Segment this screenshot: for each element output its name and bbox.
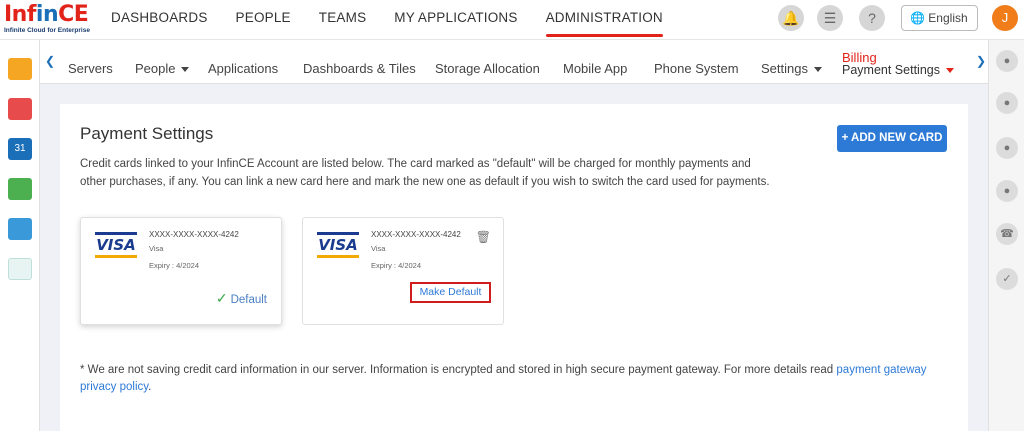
mail-app-icon[interactable] <box>8 98 32 120</box>
card-expiry: Expiry : 4/2024 <box>371 261 422 270</box>
tasks-app-icon[interactable] <box>8 178 32 200</box>
user-settings-icon[interactable]: ● <box>996 137 1018 159</box>
notes-icon[interactable]: ☰ <box>817 5 843 31</box>
language-label: English <box>928 11 968 25</box>
main-nav: DASHBOARDS PEOPLE TEAMS MY APPLICATIONS … <box>111 0 691 40</box>
subnav-applications[interactable]: Applications <box>208 61 278 76</box>
nav-my-applications[interactable]: MY APPLICATIONS <box>394 0 517 40</box>
card-brand: Visa <box>371 244 386 253</box>
chat-icon[interactable]: ● <box>996 50 1018 72</box>
calendar-app-icon[interactable]: 31 <box>8 138 32 160</box>
billing-sub-label: Payment Settings <box>842 63 940 77</box>
subnav-phone-system[interactable]: Phone System <box>654 61 739 76</box>
credit-card-default: VISA XXXX-XXXX-XXXX-4242 Visa Expiry : 4… <box>80 217 282 325</box>
subnav-storage-allocation[interactable]: Storage Allocation <box>435 61 540 76</box>
folder-app-icon[interactable] <box>8 58 32 80</box>
user-avatar[interactable]: J <box>992 5 1018 31</box>
bell-icon[interactable]: 🔔 <box>778 5 804 31</box>
chevron-down-icon <box>181 67 190 73</box>
subnav-servers[interactable]: Servers <box>68 61 113 76</box>
footnote-text: * We are not saving credit card informat… <box>80 364 837 376</box>
page-title: Payment Settings <box>80 124 214 143</box>
make-default-button[interactable]: Make Default <box>410 282 491 303</box>
infince-logo[interactable]: InfinCE Infinite Cloud for Enterprise <box>4 4 90 36</box>
upsell-app-icon[interactable] <box>8 258 32 280</box>
trash-icon[interactable]: 🗑 <box>476 230 491 244</box>
right-tools-rail: ● ● ● ● ☎ ✓ <box>988 40 1024 431</box>
nav-administration[interactable]: ADMINISTRATION <box>545 0 664 40</box>
nav-teams[interactable]: TEAMS <box>319 0 367 40</box>
page-description: Credit cards linked to your InfinCE Acco… <box>80 158 770 188</box>
visa-logo: VISA <box>95 232 137 258</box>
add-new-card-button[interactable]: + ADD NEW CARD <box>837 125 947 152</box>
logo-wordmark: InfinCE <box>4 2 89 27</box>
help-icon[interactable]: ? <box>859 5 885 31</box>
subnav-people[interactable]: People <box>135 61 190 76</box>
group-icon[interactable]: ● <box>996 180 1018 202</box>
globe-icon: 🌐 <box>910 11 925 25</box>
credit-card: VISA XXXX-XXXX-XXXX-4242 Visa Expiry : 4… <box>302 217 504 325</box>
subnav-people-label: People <box>135 61 176 76</box>
admin-subnav: ❮ Servers People Applications Dashboards… <box>40 40 988 84</box>
card-number: XXXX-XXXX-XXXX-4242 <box>371 230 461 239</box>
card-brand: Visa <box>149 244 164 253</box>
chevron-right-icon[interactable]: ❯ <box>976 54 986 68</box>
checkmark-icon: ✓ <box>215 290 228 306</box>
subnav-dashboards-tiles[interactable]: Dashboards & Tiles <box>303 61 416 76</box>
app-launcher-rail: 31 <box>0 40 40 431</box>
chevron-down-icon <box>945 68 954 74</box>
top-navbar: InfinCE Infinite Cloud for Enterprise DA… <box>0 0 1024 46</box>
subnav-mobile-app[interactable]: Mobile App <box>563 61 627 76</box>
security-footnote: * We are not saving credit card informat… <box>80 362 950 396</box>
card-expiry: Expiry : 4/2024 <box>149 261 200 270</box>
checklist-icon[interactable]: ✓ <box>996 268 1018 290</box>
chevron-down-icon <box>813 67 822 73</box>
nav-dashboards[interactable]: DASHBOARDS <box>111 0 208 40</box>
footnote-end: . <box>148 381 152 393</box>
gallery-app-icon[interactable] <box>8 218 32 240</box>
subnav-settings[interactable]: Settings <box>761 61 822 76</box>
card-number: XXXX-XXXX-XXXX-4242 <box>149 230 239 239</box>
chevron-left-icon[interactable]: ❮ <box>45 54 55 68</box>
nav-people[interactable]: PEOPLE <box>236 0 291 40</box>
subnav-settings-label: Settings <box>761 61 808 76</box>
phone-icon[interactable]: ☎ <box>996 223 1018 245</box>
default-badge: ✓ Default <box>216 290 267 307</box>
visa-logo: VISA <box>317 232 359 258</box>
contact-icon[interactable]: ● <box>996 92 1018 114</box>
language-select[interactable]: 🌐 English <box>901 5 978 46</box>
subnav-billing-current[interactable]: Payment Settings <box>842 63 954 77</box>
default-label: Default <box>230 294 267 306</box>
logo-tagline: Infinite Cloud for Enterprise <box>4 27 90 34</box>
